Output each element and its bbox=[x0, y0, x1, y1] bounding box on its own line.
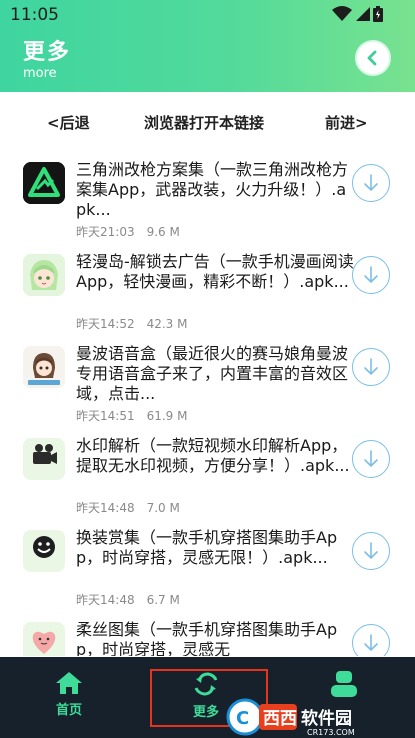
download-button[interactable] bbox=[352, 440, 390, 478]
status-time: 11:05 bbox=[10, 5, 59, 25]
user-icon bbox=[331, 671, 357, 697]
page-subtitle: more bbox=[23, 66, 57, 81]
watermark-logo: C 西西 软件园 CR173.COM bbox=[225, 697, 415, 737]
download-arrow-icon bbox=[364, 542, 378, 560]
wifi-icon bbox=[332, 6, 352, 21]
item-title: 柔丝图集（一款手机穿搭图集助手App，时尚穿搭，灵感无 bbox=[76, 620, 338, 656]
item-size: 61.9 M bbox=[146, 409, 188, 423]
triangle-logo-icon bbox=[23, 162, 65, 204]
back-button[interactable] bbox=[355, 40, 391, 76]
svg-text:西西: 西西 bbox=[263, 709, 297, 729]
heart-face-icon bbox=[23, 622, 65, 656]
tab-home-label: 首页 bbox=[55, 703, 82, 718]
item-size: 9.6 M bbox=[146, 225, 180, 239]
list-item[interactable]: 曼波语音盒（最近很火的赛马娘角曼波专用语音盒子来了，内置丰富的音效区域，点击..… bbox=[0, 340, 415, 431]
item-meta: 昨天14:52 42.3 M bbox=[76, 315, 187, 332]
item-size: 42.3 M bbox=[146, 317, 188, 331]
download-arrow-icon bbox=[364, 266, 378, 284]
chevron-left-icon bbox=[367, 50, 377, 66]
list-item[interactable]: 轻漫岛-解锁去广告（一款手机漫画阅读App，轻快漫画，精彩不断！）.apk...… bbox=[0, 248, 415, 339]
open-in-browser-link[interactable]: 浏览器打开本链接 bbox=[144, 112, 264, 133]
svg-text:CR173.COM: CR173.COM bbox=[307, 728, 355, 737]
download-button[interactable] bbox=[352, 624, 390, 656]
item-date: 昨天21:03 bbox=[76, 225, 135, 239]
item-meta: 昨天21:03 9.6 M bbox=[76, 223, 180, 240]
signal-icon bbox=[356, 7, 370, 21]
download-button[interactable] bbox=[352, 256, 390, 294]
download-button[interactable] bbox=[352, 348, 390, 386]
list-item[interactable]: 水印解析（一款短视频水印解析App，提取无水印视频，方便分享！）.apk... … bbox=[0, 432, 415, 523]
item-date: 昨天14:48 bbox=[76, 501, 135, 515]
item-meta: 昨天14:48 7.0 M bbox=[76, 499, 180, 516]
item-meta: 昨天14:51 61.9 M bbox=[76, 407, 187, 424]
item-meta: 昨天14:48 6.7 M bbox=[76, 591, 180, 608]
list-item[interactable]: 换装赏集（一款手机穿搭图集助手App，时尚穿搭，灵感无限！）.apk... 昨天… bbox=[0, 524, 415, 615]
item-title: 换装赏集（一款手机穿搭图集助手App，时尚穿搭，灵感无限！）.apk... bbox=[76, 528, 338, 567]
download-button[interactable] bbox=[352, 532, 390, 570]
smiley-icon bbox=[23, 530, 65, 572]
camera-icon bbox=[23, 438, 65, 480]
browser-nav-row: <后退 浏览器打开本链接 前进> bbox=[0, 96, 415, 148]
status-bar: 11:05 bbox=[0, 0, 415, 28]
download-arrow-icon bbox=[364, 450, 378, 468]
item-size: 7.0 M bbox=[146, 501, 180, 515]
item-date: 昨天14:48 bbox=[76, 593, 135, 607]
svg-text:C: C bbox=[236, 708, 249, 729]
horse-girl-icon bbox=[23, 346, 65, 388]
battery-icon bbox=[373, 6, 383, 22]
list-item[interactable]: 三角洲改枪方案集（一款三角洲改枪方案集App，武器改装，火力升级！）.apk..… bbox=[0, 156, 415, 247]
page-title: 更多 bbox=[23, 40, 72, 65]
home-icon bbox=[56, 672, 82, 694]
anime-girl-icon bbox=[23, 254, 65, 296]
item-title: 三角洲改枪方案集（一款三角洲改枪方案集App，武器改装，火力升级！）.apk..… bbox=[76, 160, 349, 219]
header: 11:05 更多 more bbox=[0, 0, 415, 92]
item-title: 水印解析（一款短视频水印解析App，提取无水印视频，方便分享！）.apk... bbox=[76, 436, 350, 475]
item-title: 轻漫岛-解锁去广告（一款手机漫画阅读App，轻快漫画，精彩不断！）.apk... bbox=[76, 252, 354, 291]
download-arrow-icon bbox=[364, 174, 378, 192]
item-title: 曼波语音盒（最近很火的赛马娘角曼波专用语音盒子来了，内置丰富的音效区域，点击..… bbox=[76, 344, 349, 403]
download-arrow-icon bbox=[364, 358, 378, 376]
download-list: 三角洲改枪方案集（一款三角洲改枪方案集App，武器改装，火力升级！）.apk..… bbox=[0, 156, 415, 656]
item-date: 昨天14:52 bbox=[76, 317, 135, 331]
item-size: 6.7 M bbox=[146, 593, 180, 607]
tab-home[interactable]: 首页 bbox=[38, 657, 100, 738]
list-item[interactable]: 柔丝图集（一款手机穿搭图集助手App，时尚穿搭，灵感无 bbox=[0, 616, 415, 656]
nav-forward-link[interactable]: 前进> bbox=[325, 112, 368, 133]
download-button[interactable] bbox=[352, 164, 390, 202]
nav-back-link[interactable]: <后退 bbox=[47, 112, 90, 133]
item-date: 昨天14:51 bbox=[76, 409, 135, 423]
svg-text:软件园: 软件园 bbox=[301, 708, 352, 729]
download-arrow-icon bbox=[364, 634, 378, 652]
